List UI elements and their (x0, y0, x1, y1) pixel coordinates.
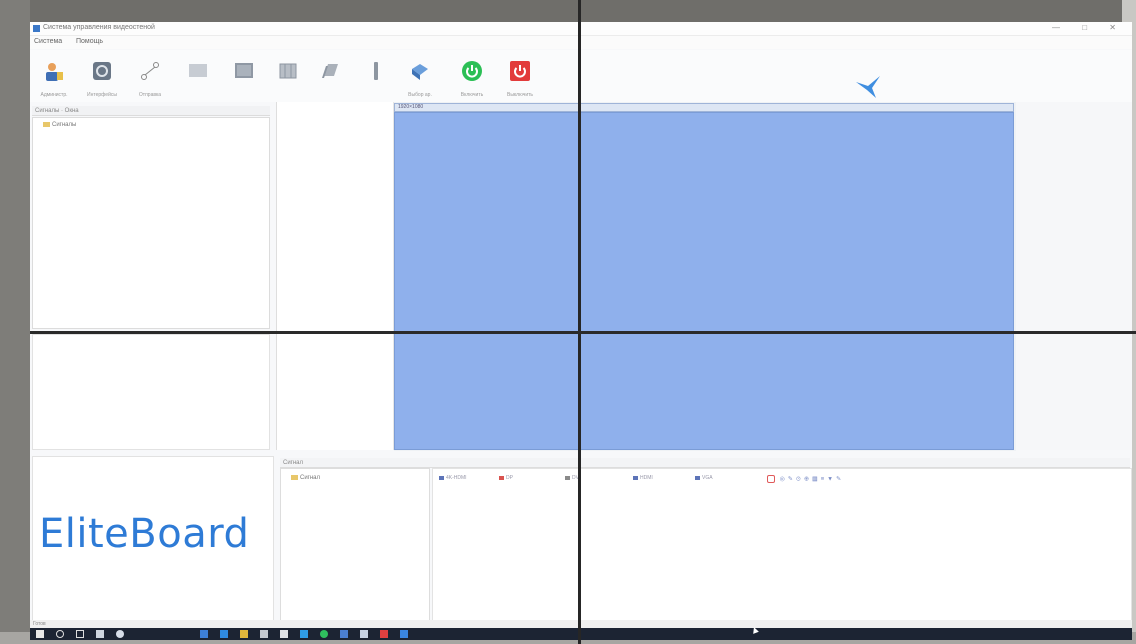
toolbar-label: Включить (460, 92, 484, 98)
folder-icon (43, 122, 50, 127)
right-margin-area (1016, 102, 1132, 450)
display-icon (189, 64, 207, 77)
store-icon[interactable] (96, 630, 104, 638)
task-view-icon[interactable] (76, 630, 84, 638)
brand-panel: EliteBoard (32, 456, 274, 632)
stick-icon (374, 62, 378, 80)
canvas-window-header[interactable]: 1920×1080 (394, 103, 1014, 112)
tree-root-label: Сигналы (52, 122, 77, 129)
signal-item[interactable]: DP (499, 475, 513, 481)
bezel-seam-vertical (578, 0, 581, 644)
signal-tools[interactable]: ◎✎⊙⊕▦≡▼✎ (767, 475, 844, 483)
toolbar-stick-button[interactable] (354, 54, 398, 102)
wall-left (0, 0, 30, 644)
mail-icon[interactable] (280, 630, 288, 638)
signals-tree: Сигнал (280, 468, 430, 632)
signal-label: HDMI (640, 475, 653, 481)
toolbar-label: Администр. (40, 92, 68, 98)
app-icon-3[interactable] (300, 630, 308, 638)
toolbar-display-button[interactable] (176, 54, 220, 102)
gear-chip-icon (93, 62, 111, 80)
signal-item[interactable]: VGA (695, 475, 713, 481)
app-icon-6[interactable] (360, 630, 368, 638)
bezel-seam-horizontal (30, 331, 1136, 334)
menu-bar: Система Помощь (30, 36, 1132, 49)
start-icon[interactable] (36, 630, 44, 638)
toolbar: Администр. Интерфейсы Отправка Выбор ар.… (30, 50, 1132, 102)
signal-label: 4K-HDMI (446, 475, 467, 481)
menu-help[interactable]: Помощь (76, 38, 103, 45)
toolbar-admin-button[interactable]: Администр. (32, 54, 76, 102)
signal-icon (565, 475, 570, 480)
signal-icon (499, 475, 504, 480)
left-lower-panel (32, 334, 270, 450)
signals-panel-header: Сигнал (280, 458, 1130, 468)
monitor-icon (235, 63, 253, 78)
toolbar-select-button[interactable]: Выбор ар. (398, 54, 442, 102)
signals-list: 4K-HDMI DP DVI HDMI VGA ◎✎⊙⊕▦≡▼✎ (432, 468, 1132, 632)
toolbar-power-on-button[interactable]: Включить (450, 54, 494, 102)
signals-root-item[interactable]: Сигнал (291, 475, 320, 481)
toolbar-send-button[interactable]: Отправка (128, 54, 172, 102)
toolbar-layers-button[interactable] (308, 54, 352, 102)
wall-icon (279, 63, 297, 79)
app-icon-5[interactable] (340, 630, 348, 638)
signal-label: DP (506, 475, 513, 481)
folder-icon[interactable] (240, 630, 248, 638)
toolbar-interfaces-button[interactable]: Интерфейсы (80, 54, 124, 102)
folder-icon (291, 475, 298, 480)
layers-icon (322, 64, 338, 78)
search-icon[interactable] (56, 630, 64, 638)
app-icon-8[interactable] (400, 630, 408, 638)
tree-panel-header[interactable]: Сигналы · Окна (32, 106, 270, 116)
cube-icon (412, 64, 428, 80)
toolbar-monitor-button[interactable] (222, 54, 266, 102)
signal-tool-icons: ◎✎⊙⊕▦≡▼✎ (779, 476, 845, 483)
signal-item[interactable]: 4K-HDMI (439, 475, 467, 481)
signal-icon (695, 475, 700, 480)
tree-root-item[interactable]: Сигналы (43, 122, 76, 128)
bird-logo-icon (856, 76, 880, 98)
signal-icon (633, 475, 638, 480)
brand-logo-text: EliteBoard (39, 511, 250, 557)
signal-icon (439, 475, 444, 480)
toolbar-wall-button[interactable] (266, 54, 310, 102)
tree-panel: Сигналы (32, 117, 270, 329)
signal-label: VGA (702, 475, 713, 481)
app-icon-4[interactable] (320, 630, 328, 638)
toolbar-power-off-button[interactable]: Выключить (498, 54, 542, 102)
layout-list-panel (276, 102, 394, 450)
toolbar-label: Отправка (138, 92, 162, 98)
record-icon (767, 475, 775, 483)
toolbar-label: Выбор ар. (408, 92, 432, 98)
window-titlebar: Система управления видеостеной — □ ✕ (30, 22, 1132, 36)
app-icon (33, 25, 40, 32)
toolbar-label: Выключить (506, 92, 534, 98)
app-icon-1[interactable] (200, 630, 208, 638)
store-bag-icon[interactable] (260, 630, 268, 638)
windows-taskbar (30, 628, 1132, 640)
wall-canvas[interactable] (394, 112, 1014, 450)
menu-system[interactable]: Система (34, 38, 62, 45)
app-icon-7[interactable] (380, 630, 388, 638)
power-off-icon (510, 61, 530, 81)
user-admin-icon (46, 63, 63, 81)
edge-icon[interactable] (116, 630, 124, 638)
toolbar-label: Интерфейсы (87, 92, 117, 98)
window-controls[interactable]: — □ ✕ (1052, 23, 1126, 32)
window-title: Система управления видеостеной (43, 24, 155, 31)
network-nodes-icon (141, 62, 159, 80)
signals-root-label: Сигнал (300, 475, 321, 482)
power-on-icon (462, 61, 482, 81)
app-icon-2[interactable] (220, 630, 228, 638)
signal-item[interactable]: HDMI (633, 475, 653, 481)
